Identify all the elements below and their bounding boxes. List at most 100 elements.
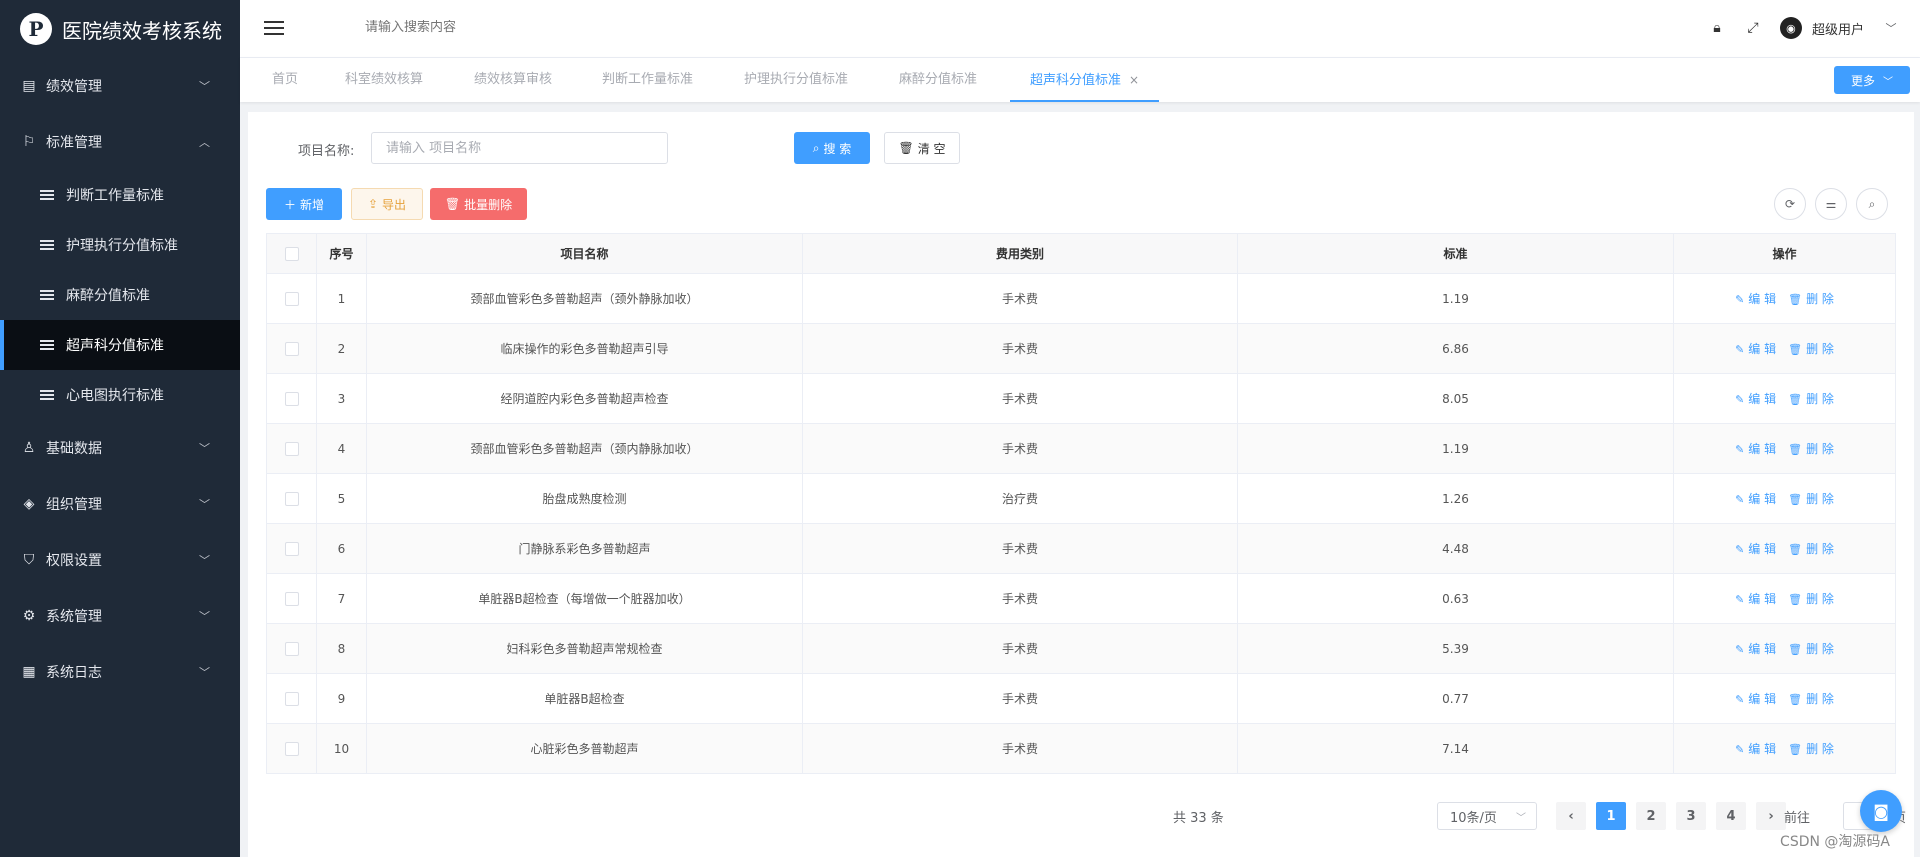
row-checkbox[interactable] (284, 341, 299, 356)
clear-button[interactable]: 🗑︎ 清 空 (884, 132, 960, 164)
row-category: 手术费 (802, 573, 1238, 624)
tab-label: 超声科分值标准 (1030, 73, 1122, 88)
logo[interactable]: P 医院绩效考核系统 (0, 0, 240, 58)
row-checkbox[interactable] (284, 291, 299, 306)
menu-group-basic-data[interactable]: ♙ 基础数据 ﹀ (0, 420, 240, 476)
row-checkbox[interactable] (284, 641, 299, 656)
select-all-checkbox[interactable] (284, 246, 299, 261)
menu-group-standards[interactable]: ⚐ 标准管理 ︿ (0, 114, 240, 170)
next-page-button[interactable]: › (1756, 802, 1786, 830)
delete-button[interactable]: 🗑︎ 删 除 (1788, 742, 1834, 756)
row-select-cell (266, 623, 317, 674)
delete-button[interactable]: 🗑︎ 删 除 (1788, 492, 1834, 506)
user-name[interactable]: 超级用户 (1812, 19, 1864, 38)
page-button-1[interactable]: 1 (1596, 802, 1626, 830)
chevron-up-icon: ︿ (199, 136, 210, 149)
close-icon[interactable]: × (1129, 73, 1139, 87)
row-actions: ✎ 编 辑 🗑︎ 删 除 (1673, 373, 1896, 424)
edit-button[interactable]: ✎ 编 辑 (1735, 742, 1776, 756)
table-row: 4 颈部血管彩色多普勒超声（颈内静脉加收） 手术费 1.19 ✎ 编 辑 🗑︎ 删 除 (266, 423, 1896, 474)
tab-performance-review[interactable]: 绩效核算审核 (474, 58, 552, 102)
avatar[interactable]: ◉ (1779, 17, 1802, 39)
delete-button[interactable]: 🗑︎ 删 除 (1788, 442, 1834, 456)
chevron-down-icon[interactable]: ﹀ (1882, 19, 1900, 37)
sidebar-item-label: 麻醉分值标准 (66, 288, 150, 304)
row-checkbox[interactable] (284, 591, 299, 606)
delete-button[interactable]: 🗑︎ 删 除 (1788, 692, 1834, 706)
global-search-input[interactable] (365, 20, 665, 35)
menu-group-logs[interactable]: ▦ 系统日志 ﹀ (0, 644, 240, 700)
batch-delete-button[interactable]: 🗑︎ 批量删除 (430, 188, 527, 220)
tab-anesthesia-standard[interactable]: 麻醉分值标准 (899, 58, 977, 102)
search-toggle-icon[interactable]: ⌕ (1856, 188, 1888, 220)
batch-delete-label: 批量删除 (464, 197, 513, 212)
app-title: 医院绩效考核系统 (62, 18, 222, 43)
edit-button[interactable]: ✎ 编 辑 (1735, 292, 1776, 306)
row-checkbox[interactable] (284, 541, 299, 556)
sidebar-item-nursing-standard[interactable]: 护理执行分值标准 (0, 220, 240, 270)
page-button-3[interactable]: 3 (1676, 802, 1706, 830)
edit-button[interactable]: ✎ 编 辑 (1735, 392, 1776, 406)
tab-dept-performance[interactable]: 科室绩效核算 (345, 58, 423, 102)
delete-button[interactable]: 🗑︎ 删 除 (1788, 292, 1834, 306)
sidebar-item-ultrasound-standard[interactable]: 超声科分值标准 (0, 320, 240, 370)
page-button-4[interactable]: 4 (1716, 802, 1746, 830)
row-checkbox[interactable] (284, 741, 299, 756)
menu-group-system[interactable]: ⚙ 系统管理 ﹀ (0, 588, 240, 644)
tab-nursing-standard[interactable]: 护理执行分值标准 (744, 58, 848, 102)
tab-home[interactable]: 首页 (272, 58, 298, 102)
tab-ultrasound-standard[interactable]: 超声科分值标准 × (1010, 58, 1160, 102)
sidebar-item-anesthesia-standard[interactable]: 麻醉分值标准 (0, 270, 240, 320)
delete-button[interactable]: 🗑︎ 删 除 (1788, 542, 1834, 556)
tab-workload-standard[interactable]: 判断工作量标准 (602, 58, 693, 102)
menu-group-organization[interactable]: ◈ 组织管理 ﹀ (0, 476, 240, 532)
select-all-cell (266, 233, 317, 274)
row-checkbox[interactable] (284, 391, 299, 406)
menu-group-permissions[interactable]: ⛉ 权限设置 ﹀ (0, 532, 240, 588)
sidebar-item-workload-standard[interactable]: 判断工作量标准 (0, 170, 240, 220)
row-standard: 6.86 (1237, 323, 1674, 374)
row-select-cell (266, 573, 317, 624)
refresh-icon[interactable]: ⟳ (1774, 188, 1806, 220)
edit-button[interactable]: ✎ 编 辑 (1735, 442, 1776, 456)
delete-button[interactable]: 🗑︎ 删 除 (1788, 342, 1834, 356)
prev-page-button[interactable]: ‹ (1556, 802, 1586, 830)
chevron-down-icon: ﹀ (199, 498, 210, 511)
edit-button[interactable]: ✎ 编 辑 (1735, 642, 1776, 656)
trash-icon: 🗑︎ (1788, 343, 1803, 356)
row-no: 10 (316, 723, 367, 774)
search-button[interactable]: ⌕ 搜 索 (794, 132, 870, 164)
edit-button[interactable]: ✎ 编 辑 (1735, 342, 1776, 356)
delete-button[interactable]: 🗑︎ 删 除 (1788, 642, 1834, 656)
row-checkbox[interactable] (284, 691, 299, 706)
table-row: 2 临床操作的彩色多普勒超声引导 手术费 6.86 ✎ 编 辑 🗑︎ 删 除 (266, 323, 1896, 374)
edit-button[interactable]: ✎ 编 辑 (1735, 692, 1776, 706)
export-button[interactable]: ⇪ 导出 (351, 188, 423, 220)
lock-icon[interactable]: 🔒︎ (1708, 19, 1726, 37)
project-name-input[interactable] (371, 132, 668, 164)
fullscreen-icon[interactable]: ⤢ (1744, 19, 1762, 37)
more-tabs-button[interactable]: 更多 ﹀ (1834, 66, 1910, 94)
hamburger-menu-icon[interactable] (264, 21, 284, 39)
add-button[interactable]: ＋ 新增 (266, 188, 342, 220)
sidebar-item-ecg-standard[interactable]: 心电图执行标准 (0, 370, 240, 420)
delete-button[interactable]: 🗑︎ 删 除 (1788, 392, 1834, 406)
camera-icon[interactable]: ◙ (1860, 790, 1902, 832)
row-category: 手术费 (802, 273, 1238, 324)
page-size-select[interactable]: 10条/页 ﹀ (1437, 802, 1537, 830)
delete-label: 删 除 (1806, 342, 1834, 356)
row-actions: ✎ 编 辑 🗑︎ 删 除 (1673, 473, 1896, 524)
edit-icon: ✎ (1735, 293, 1745, 306)
edit-button[interactable]: ✎ 编 辑 (1735, 592, 1776, 606)
page-button-2[interactable]: 2 (1636, 802, 1666, 830)
columns-settings-icon[interactable]: ⚌ (1815, 188, 1847, 220)
row-checkbox[interactable] (284, 491, 299, 506)
menu-group-performance[interactable]: ▤ 绩效管理 ﹀ (0, 58, 240, 114)
edit-button[interactable]: ✎ 编 辑 (1735, 542, 1776, 556)
menu-group-label: 系统管理 (46, 609, 102, 625)
delete-button[interactable]: 🗑︎ 删 除 (1788, 592, 1834, 606)
column-header-actions: 操作 (1673, 233, 1896, 274)
row-checkbox[interactable] (284, 441, 299, 456)
edit-button[interactable]: ✎ 编 辑 (1735, 492, 1776, 506)
row-actions: ✎ 编 辑 🗑︎ 删 除 (1673, 523, 1896, 574)
